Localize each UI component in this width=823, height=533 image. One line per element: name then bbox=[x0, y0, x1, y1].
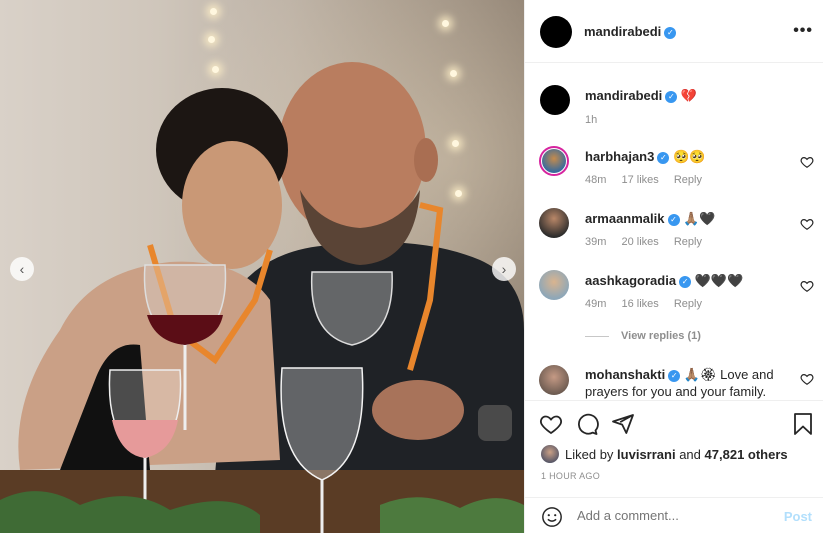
add-comment-row: Post bbox=[525, 497, 823, 533]
reply-button[interactable]: Reply bbox=[674, 236, 702, 248]
more-options-button[interactable]: ••• bbox=[793, 22, 813, 40]
liker-username[interactable]: luvisrrani bbox=[617, 447, 676, 462]
verified-icon: ✓ bbox=[667, 213, 680, 226]
commenter-username[interactable]: mohanshakti bbox=[585, 367, 665, 382]
commenter-avatar[interactable] bbox=[539, 365, 569, 395]
comment-item: armaanmalik ✓ 🙏🏽🖤 39m 20 likes Reply bbox=[539, 207, 814, 257]
previous-photo-button[interactable]: ‹ bbox=[10, 257, 34, 281]
emoji-icon[interactable] bbox=[541, 506, 563, 528]
comment-likes[interactable]: 16 likes bbox=[621, 298, 658, 310]
replies-divider bbox=[585, 335, 609, 337]
caption-time: 1h bbox=[585, 114, 598, 126]
reply-button[interactable]: Reply bbox=[674, 174, 702, 186]
author-username[interactable]: mandirabedi bbox=[584, 24, 661, 39]
post-side-panel: mandirabedi ✓ ••• mandirabedi ✓ 💔 1h harbh… bbox=[524, 0, 823, 533]
like-heart-icon[interactable] bbox=[539, 412, 563, 436]
commenter-avatar[interactable] bbox=[539, 270, 569, 300]
verified-icon: ✓ bbox=[657, 151, 670, 164]
photo-illustration bbox=[0, 62, 524, 533]
reply-button[interactable]: Reply bbox=[674, 298, 702, 310]
commenter-username[interactable]: armaanmalik bbox=[585, 211, 665, 226]
share-icon[interactable] bbox=[611, 412, 635, 436]
likes-count[interactable]: 47,821 others bbox=[705, 447, 788, 462]
view-replies-button[interactable]: View replies (1) bbox=[621, 330, 701, 342]
verified-icon: ✓ bbox=[679, 275, 692, 288]
caption-emoji: 💔 bbox=[680, 88, 698, 103]
view-replies-row[interactable]: View replies (1) bbox=[585, 330, 701, 342]
commenter-avatar[interactable] bbox=[539, 208, 569, 238]
heart-icon[interactable] bbox=[800, 372, 814, 386]
comment-item: harbhajan3 ✓ 🥺🥺 48m 17 likes Reply bbox=[539, 145, 814, 195]
comment-icon[interactable] bbox=[575, 412, 599, 436]
chevron-right-icon: › bbox=[501, 261, 507, 277]
comment-text: 🖤🖤🖤 bbox=[694, 273, 744, 288]
heart-icon[interactable] bbox=[800, 155, 814, 169]
chevron-left-icon: ‹ bbox=[19, 261, 25, 277]
comment-item: aashkagoradia ✓ 🖤🖤🖤 49m 16 likes Reply Vi… bbox=[539, 269, 814, 349]
liker-avatar[interactable] bbox=[541, 445, 559, 463]
comment-time: 49m bbox=[585, 298, 607, 310]
comment-time: 39m bbox=[585, 236, 607, 248]
post-actions: Liked by luvisrrani and 47,821 others 1 … bbox=[525, 400, 823, 527]
post-header: mandirabedi ✓ ••• bbox=[525, 0, 823, 63]
next-photo-button[interactable]: › bbox=[492, 257, 516, 281]
liked-by-prefix: Liked by bbox=[565, 446, 614, 462]
verified-icon: ✓ bbox=[664, 26, 677, 39]
bookmark-icon[interactable] bbox=[791, 412, 815, 436]
comment-likes[interactable]: 20 likes bbox=[621, 236, 658, 248]
caption-username[interactable]: mandirabedi bbox=[585, 88, 662, 103]
heart-icon[interactable] bbox=[800, 279, 814, 293]
comment-text: 🙏🏽🖤 bbox=[683, 211, 716, 226]
comment-item: mohanshakti ✓ 🙏🏽🏵 Love and prayers for yo… bbox=[539, 364, 814, 400]
likes-summary: Liked by luvisrrani and 47,821 others bbox=[541, 445, 788, 463]
commenter-username[interactable]: harbhajan3 bbox=[585, 149, 654, 164]
post-comment-button[interactable]: Post bbox=[784, 509, 812, 524]
man-watch bbox=[478, 405, 512, 441]
comment-time: 48m bbox=[585, 174, 607, 186]
post-timestamp: 1 HOUR AGO bbox=[541, 471, 601, 481]
caption: mandirabedi ✓ 💔 1h bbox=[539, 84, 814, 134]
commenter-avatar[interactable] bbox=[539, 146, 569, 176]
verified-icon: ✓ bbox=[668, 369, 681, 382]
author-avatar[interactable] bbox=[540, 16, 572, 48]
comment-text: 🥺🥺 bbox=[672, 149, 706, 164]
man-ear bbox=[414, 138, 438, 182]
man-hand bbox=[372, 380, 464, 440]
caption-avatar[interactable] bbox=[540, 85, 570, 115]
comment-likes[interactable]: 17 likes bbox=[621, 174, 658, 186]
caption-text: mandirabedi ✓ 💔 bbox=[585, 87, 795, 104]
comment-input[interactable] bbox=[577, 508, 777, 523]
heart-icon[interactable] bbox=[800, 217, 814, 231]
liked-by-joiner: and bbox=[679, 446, 701, 462]
post-photo[interactable]: ‹ › bbox=[0, 0, 524, 533]
verified-icon: ✓ bbox=[665, 90, 678, 103]
author-name-row: mandirabedi ✓ bbox=[584, 24, 677, 39]
commenter-username[interactable]: aashkagoradia bbox=[585, 273, 676, 288]
